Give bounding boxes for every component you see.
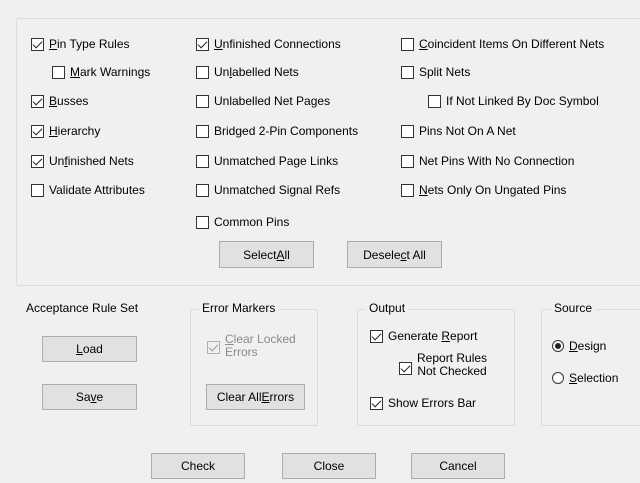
show-errors-bar-checkbox[interactable]: Show Errors Bar (370, 396, 476, 411)
generate-report-checkbox[interactable]: Generate Report (370, 329, 477, 344)
unfinished-nets-checkbox[interactable]: Unfinished Nets (31, 154, 134, 169)
radio-circle[interactable] (552, 340, 564, 352)
checkbox-box[interactable] (401, 66, 414, 79)
unlabelled-nets-checkbox[interactable]: Unlabelled Nets (196, 65, 299, 80)
validate-attributes-label: Validate Attributes (49, 183, 145, 197)
clear-locked-errors-checkbox[interactable]: Clear Locked Errors (207, 333, 296, 359)
mark-warnings-checkbox[interactable]: Mark Warnings (52, 65, 150, 80)
checkbox-box[interactable] (401, 38, 414, 51)
checkbox-box[interactable] (196, 216, 209, 229)
close-button[interactable]: Close (282, 453, 376, 479)
checkbox-box[interactable] (196, 66, 209, 79)
common-pins-label: Common Pins (214, 215, 290, 229)
checkbox-box[interactable] (31, 125, 44, 138)
bridged-2pin-components-label: Bridged 2-Pin Components (214, 124, 359, 138)
checkbox-box[interactable] (207, 341, 220, 354)
selection-radio[interactable]: Selection (552, 371, 618, 385)
checkbox-box[interactable] (401, 125, 414, 138)
unmatched-signal-refs-checkbox[interactable]: Unmatched Signal Refs (196, 183, 340, 198)
checkbox-box[interactable] (196, 155, 209, 168)
checkbox-box[interactable] (370, 397, 383, 410)
radio-circle[interactable] (552, 372, 564, 384)
save-button[interactable]: Sa v e (42, 384, 137, 410)
pin-type-rules-label: Pin Type Rules (49, 37, 130, 51)
output-title: Output (366, 301, 409, 315)
selection-label: Selection (569, 371, 619, 385)
check-button[interactable]: Check (151, 453, 245, 479)
checkbox-box[interactable] (31, 38, 44, 51)
if-not-linked-label: If Not Linked By Doc Symbol (446, 94, 599, 108)
generate-report-label: Generate Report (388, 329, 478, 343)
hierarchy-checkbox[interactable]: Hierarchy (31, 124, 100, 139)
busses-checkbox[interactable]: Busses (31, 94, 88, 109)
unfinished-connections-checkbox[interactable]: Unfinished Connections (196, 37, 341, 52)
checkbox-box[interactable] (31, 95, 44, 108)
source-title: Source (551, 301, 596, 315)
deselect-all-button[interactable]: Desele c t All (347, 241, 442, 268)
clear-all-errors-button[interactable]: Clear All Errors (206, 384, 305, 410)
nets-only-ungated-label: Nets Only On Ungated Pins (419, 183, 567, 197)
unlabelled-nets-label: Unlabelled Nets (214, 65, 299, 79)
checkbox-box[interactable] (196, 38, 209, 51)
coincident-items-label: Coincident Items On Different Nets (419, 37, 605, 51)
unfinished-connections-label: Unfinished Connections (214, 37, 341, 51)
unmatched-page-links-label: Unmatched Page Links (214, 154, 339, 168)
unlabelled-net-pages-checkbox[interactable]: Unlabelled Net Pages (196, 94, 330, 109)
net-pins-no-connection-checkbox[interactable]: Net Pins With No Connection (401, 154, 574, 169)
checkbox-box[interactable] (52, 66, 65, 79)
unmatched-signal-refs-label: Unmatched Signal Refs (214, 183, 341, 197)
clear-locked-errors-label: Clear Locked Errors (225, 332, 296, 359)
nets-only-ungated-checkbox[interactable]: Nets Only On Ungated Pins (401, 183, 566, 198)
source-group (541, 309, 640, 426)
checkbox-box[interactable] (399, 362, 412, 375)
checkbox-box[interactable] (428, 95, 441, 108)
pin-type-rules-checkbox[interactable]: Pin Type Rules (31, 37, 130, 52)
mark-warnings-label: Mark Warnings (70, 65, 151, 79)
checkbox-box[interactable] (196, 184, 209, 197)
unmatched-page-links-checkbox[interactable]: Unmatched Page Links (196, 154, 338, 169)
report-rules-not-checked-label: Report Rules Not Checked (417, 351, 488, 378)
acceptance-rule-set-title: Acceptance Rule Set (23, 301, 142, 315)
hierarchy-label: Hierarchy (49, 124, 101, 138)
net-pins-no-connection-label: Net Pins With No Connection (419, 154, 575, 168)
checkbox-box[interactable] (370, 330, 383, 343)
validate-attributes-checkbox[interactable]: Validate Attributes (31, 183, 145, 198)
checkbox-box[interactable] (401, 155, 414, 168)
unlabelled-net-pages-label: Unlabelled Net Pages (214, 94, 331, 108)
busses-label: Busses (49, 94, 89, 108)
if-not-linked-checkbox[interactable]: If Not Linked By Doc Symbol (428, 94, 599, 109)
report-rules-not-checked-checkbox[interactable]: Report Rules Not Checked (399, 352, 487, 378)
split-nets-label: Split Nets (419, 65, 471, 79)
coincident-items-checkbox[interactable]: Coincident Items On Different Nets (401, 37, 604, 52)
checkbox-box[interactable] (31, 155, 44, 168)
checkbox-box[interactable] (31, 184, 44, 197)
common-pins-checkbox[interactable]: Common Pins (196, 215, 289, 230)
split-nets-checkbox[interactable]: Split Nets (401, 65, 470, 80)
pins-not-on-net-label: Pins Not On A Net (419, 124, 516, 138)
error-markers-title: Error Markers (199, 301, 279, 315)
checkbox-box[interactable] (401, 184, 414, 197)
cancel-button[interactable]: Cancel (411, 453, 505, 479)
rules-panel (16, 18, 640, 286)
pins-not-on-net-checkbox[interactable]: Pins Not On A Net (401, 124, 516, 139)
bridged-2pin-components-checkbox[interactable]: Bridged 2-Pin Components (196, 124, 358, 139)
unfinished-nets-label: Unfinished Nets (49, 154, 134, 168)
select-all-button[interactable]: Select All (219, 241, 314, 268)
checkbox-box[interactable] (196, 125, 209, 138)
show-errors-bar-label: Show Errors Bar (388, 396, 477, 410)
design-label: Design (569, 339, 607, 353)
checkbox-box[interactable] (196, 95, 209, 108)
design-radio[interactable]: Design (552, 339, 606, 353)
load-button[interactable]: Load (42, 336, 137, 362)
